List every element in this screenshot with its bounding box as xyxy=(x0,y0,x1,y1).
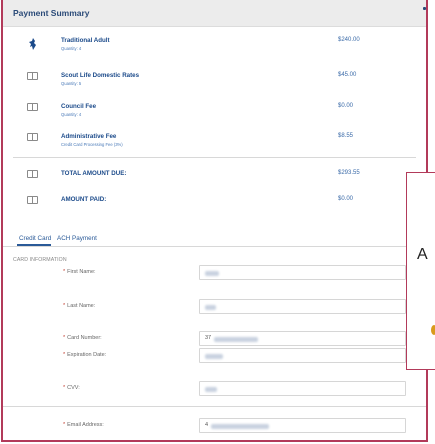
first-name-label: * First Name: xyxy=(63,269,96,275)
line-item-description: Credit Card Processing Fee (3%) xyxy=(61,142,123,147)
card-number-prefix: 37 xyxy=(205,335,212,341)
line-item-traditional-adult: Traditional Adult Quantity: 4 $240.00 xyxy=(3,31,426,61)
total-label: TOTAL AMOUNT DUE: xyxy=(61,170,127,177)
redacted-value xyxy=(205,354,223,359)
email-address-input[interactable]: 4 xyxy=(199,418,406,433)
dialog-text: A xyxy=(417,246,428,263)
redacted-value xyxy=(205,387,217,392)
card-information-heading: CARD INFORMATION xyxy=(13,257,67,263)
redacted-value xyxy=(205,271,219,276)
first-name-input[interactable] xyxy=(199,265,406,280)
amount-paid-row: AMOUNT PAID: $0.00 xyxy=(3,190,426,220)
line-item-scout-life: Scout Life Domestic Rates Quantity: 5 $4… xyxy=(3,66,426,96)
required-marker: * xyxy=(63,352,66,358)
line-item-administrative-fee: Administrative Fee Credit Card Processin… xyxy=(3,127,426,157)
line-item-amount: $8.55 xyxy=(338,133,354,139)
last-name-input[interactable] xyxy=(199,299,406,314)
line-item-amount: $240.00 xyxy=(338,37,360,43)
line-item-amount: $0.00 xyxy=(338,103,354,109)
tab-ach-payment[interactable]: ACH Payment xyxy=(57,235,97,242)
book-icon xyxy=(27,196,39,206)
card-number-label: * Card Number: xyxy=(63,335,102,341)
coin-icon xyxy=(431,325,435,335)
redacted-value xyxy=(214,337,258,342)
email-prefix: 4 xyxy=(205,422,209,428)
cvv-input[interactable] xyxy=(199,381,406,396)
line-item-name: Traditional Adult xyxy=(61,37,110,44)
first-name-row: * First Name: xyxy=(3,265,426,283)
required-marker: * xyxy=(63,385,66,391)
redacted-value xyxy=(205,305,216,310)
last-name-row: * Last Name: xyxy=(3,299,426,317)
amount-paid-label: AMOUNT PAID: xyxy=(61,196,107,203)
required-marker: * xyxy=(63,303,66,309)
total-amount: $293.55 xyxy=(338,170,360,176)
line-item-council-fee: Council Fee Quantity: 4 $0.00 xyxy=(3,97,426,127)
cvv-label: * CVV: xyxy=(63,385,80,391)
card-number-input[interactable]: 37 xyxy=(199,331,406,346)
expiration-date-input[interactable] xyxy=(199,348,406,363)
cvv-row: * CVV: xyxy=(3,381,426,399)
required-marker: * xyxy=(63,422,66,428)
form-divider xyxy=(3,406,426,407)
amount-paid-value: $0.00 xyxy=(338,196,354,202)
line-item-amount: $45.00 xyxy=(338,72,357,78)
last-name-label: * Last Name: xyxy=(63,303,96,309)
menu-dot-icon[interactable] xyxy=(423,7,426,10)
expiration-date-row: * Expiration Date: xyxy=(3,348,426,366)
line-item-name: Administrative Fee xyxy=(61,133,117,140)
card-number-row: * Card Number: 37 xyxy=(3,331,426,349)
line-item-name: Council Fee xyxy=(61,103,97,110)
overlay-dialog: A xyxy=(406,172,435,370)
redacted-value xyxy=(211,424,269,429)
required-marker: * xyxy=(63,269,66,275)
book-icon xyxy=(27,133,39,143)
scout-emblem-icon xyxy=(27,37,39,50)
line-item-quantity: Quantity: 4 xyxy=(61,46,82,51)
book-icon xyxy=(27,72,39,82)
payment-summary-panel: Payment Summary Traditional Adult Quanti… xyxy=(1,0,428,442)
line-item-quantity: Quantity: 4 xyxy=(61,112,82,117)
required-marker: * xyxy=(63,335,66,341)
expiration-date-label: * Expiration Date: xyxy=(63,352,107,358)
line-item-quantity: Quantity: 5 xyxy=(61,81,82,86)
book-icon xyxy=(27,170,39,180)
payment-summary-header: Payment Summary xyxy=(3,0,426,27)
tab-credit-card[interactable]: Credit Card xyxy=(19,235,51,242)
book-icon xyxy=(27,103,39,113)
line-item-name: Scout Life Domestic Rates xyxy=(61,72,140,79)
tabs-divider xyxy=(3,246,426,247)
email-address-row: * Email Address: 4 xyxy=(3,418,426,436)
email-address-label: * Email Address: xyxy=(63,422,104,428)
page-title: Payment Summary xyxy=(13,8,90,18)
divider xyxy=(13,157,416,158)
